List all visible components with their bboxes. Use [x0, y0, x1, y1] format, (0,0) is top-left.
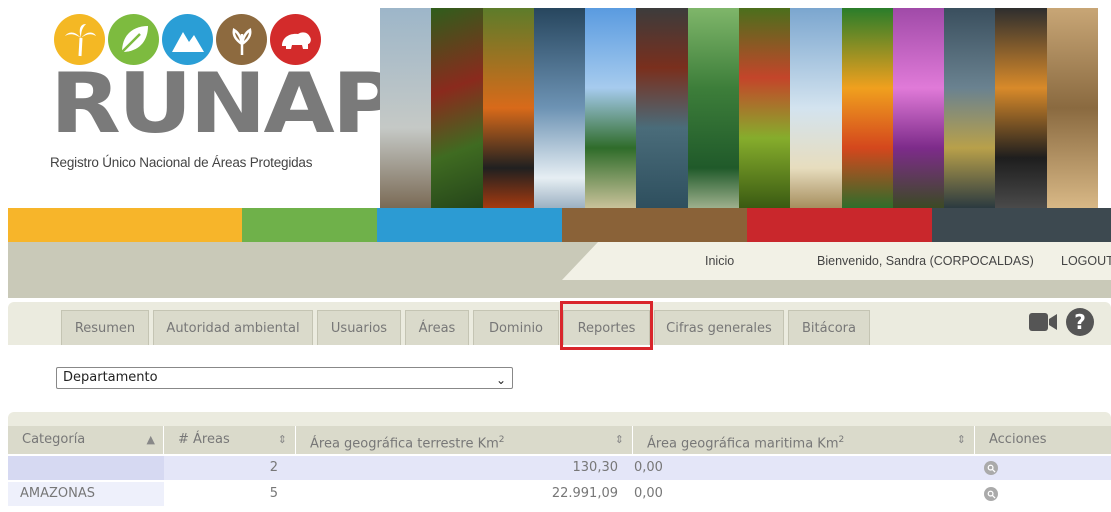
sort-icon: ⇕	[277, 433, 287, 446]
color-bar	[8, 208, 1111, 242]
video-camera-icon[interactable]	[1028, 310, 1058, 334]
nature-banner	[380, 8, 1098, 208]
welcome-text: Bienvenido, Sandra (CORPOCALDAS)	[817, 254, 1034, 268]
sort-asc-icon: ▲	[146, 433, 155, 446]
col-terrestre[interactable]: Área geográfica terrestre Km2 ⇕	[296, 426, 633, 454]
cell-categoria	[8, 456, 164, 480]
cell-terrestre: 130,30	[572, 460, 619, 475]
tab-bitacora[interactable]: Bitácora	[788, 310, 870, 345]
tab-resumen[interactable]: Resumen	[61, 310, 149, 345]
departamento-select[interactable]: Departamento ⌄	[56, 367, 513, 389]
user-bar: Inicio Bienvenido, Sandra (CORPOCALDAS) …	[562, 242, 1111, 280]
select-value: Departamento	[63, 370, 158, 385]
home-link[interactable]: Inicio	[705, 254, 734, 268]
table-top-bar	[8, 412, 1111, 426]
cell-areas: 5	[269, 486, 278, 501]
cell-terrestre: 22.991,09	[551, 486, 618, 501]
logout-link[interactable]: LOGOUT	[1061, 254, 1111, 268]
tab-usuarios[interactable]: Usuarios	[317, 310, 401, 345]
tab-cifras-generales[interactable]: Cifras generales	[654, 310, 784, 345]
cell-maritima: 0,00	[634, 460, 663, 475]
table-header: Categoría ▲ # Áreas ⇕ Área geográfica te…	[8, 426, 1111, 454]
tab-autoridad-ambiental[interactable]: Autoridad ambiental	[153, 310, 313, 345]
view-details-icon[interactable]	[984, 487, 998, 501]
col-categoria[interactable]: Categoría ▲	[8, 426, 164, 454]
view-details-icon[interactable]	[984, 461, 998, 475]
help-icon[interactable]: ?	[1066, 308, 1094, 336]
cell-maritima: 0,00	[634, 486, 663, 501]
tab-areas[interactable]: Áreas	[405, 310, 469, 345]
table-row: 2 130,30 0,00	[8, 456, 1111, 480]
cell-areas: 2	[269, 460, 278, 475]
cell-categoria: AMAZONAS	[8, 482, 164, 506]
logo-wordmark: RUNAP	[50, 55, 399, 152]
col-maritima[interactable]: Área geográfica maritima Km2 ⇕	[633, 426, 975, 454]
tab-dominio[interactable]: Dominio	[473, 310, 559, 345]
chevron-down-icon: ⌄	[495, 373, 506, 387]
col-areas[interactable]: # Áreas ⇕	[164, 426, 296, 454]
table-row: AMAZONAS 5 22.991,09 0,00	[8, 482, 1111, 506]
sort-icon: ⇕	[614, 433, 624, 446]
runap-logo[interactable]: RUNAP Registro Único Nacional de Áreas P…	[50, 14, 399, 184]
sort-icon: ⇕	[956, 433, 966, 446]
col-acciones: Acciones	[989, 432, 1047, 447]
reportes-highlight	[560, 301, 653, 350]
logo-subtitle: Registro Único Nacional de Áreas Protegi…	[50, 155, 313, 170]
